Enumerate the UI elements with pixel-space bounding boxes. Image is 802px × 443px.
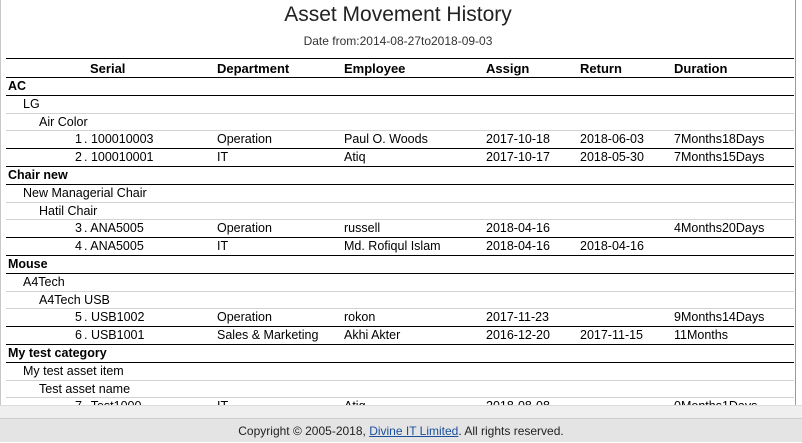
table-row: 2. 100010001 IT Atiq 2017-10-17 2018-05-30 7M… [6,149,794,167]
item-group-row-label: A4Tech [23,274,65,289]
assign-date-cell: 2017-11-23 [486,310,550,325]
department-cell: IT [217,150,229,165]
item-group-row: New Managerial Chair [6,185,794,203]
assign-date-cell: 2018-08-08 [486,398,550,405]
report-title: Asset Movement History [284,3,512,26]
row-number: 5 [75,310,82,325]
department-cell: Operation [217,221,272,236]
asset-name-row-label: Air Color [39,114,88,129]
serial-cell: . Test1000 [84,398,141,405]
serial-cell: . 100010001 [84,150,154,165]
column-header-duration: Duration [674,61,728,76]
row-number: 1 [75,132,82,147]
department-cell: Operation [217,132,272,147]
report-view: Asset Movement History Date from:2014-08… [0,0,796,405]
table-row: 3. ANA5005 Operation russell 2018-04-16 4Mon… [6,220,794,239]
item-group-row-label: LG [23,96,40,111]
row-number: 2 [75,150,82,165]
footer: Copyright © 2005-2018, Divine IT Limited… [0,418,802,442]
column-header-assign: Assign [486,61,530,76]
category-row: My test category [6,345,794,363]
serial-cell: . 100010003 [84,132,154,147]
vertical-scrollbar[interactable] [795,0,796,405]
table-header: Serial Department Employee Assign Return… [6,58,794,78]
assign-date-cell: 2018-04-16 [486,239,550,254]
duration-cell: 9Months14Days [674,310,765,325]
category-row-label: My test category [8,345,107,360]
report-date-range: Date from:2014-08-27to2018-09-03 [303,34,493,48]
column-header-department: Department [217,61,290,76]
duration-cell: 0Months1Days [674,398,757,405]
serial-cell: . USB1001 [84,328,145,343]
table-row: 4. ANA5005 IT Md. Rofiqul Islam 2018-04-16 2… [6,238,794,256]
return-date-cell: 2018-04-16 [580,239,644,254]
return-date-cell: 2018-05-30 [580,150,644,165]
asset-name-row: A4Tech USB [6,292,794,310]
footer-copyright-suffix: . All rights reserved. [458,424,564,438]
serial-cell: . ANA5005 [84,239,144,254]
return-date-cell: 2017-11-15 [580,328,644,343]
department-cell: Operation [217,310,272,325]
asset-name-row: Test asset name [6,381,794,399]
table-body: AC LG Air Color 1. 100010003 Operation Paul O… [6,78,794,405]
column-header-serial: Serial [90,61,126,76]
employee-cell: rokon [344,310,376,325]
table-row: 1. 100010003 Operation Paul O. Woods 2017-1… [6,131,794,150]
department-cell: IT [217,398,228,405]
category-row-label: Mouse [8,256,48,271]
row-number: 4 [75,239,82,254]
assign-date-cell: 2017-10-18 [486,132,550,147]
duration-cell: 7Months15Days [674,150,765,165]
asset-name-row-label: Test asset name [39,381,131,396]
assign-date-cell: 2018-04-16 [486,221,550,236]
item-group-row: LG [6,96,794,114]
item-group-row: My test asset item [6,363,794,381]
duration-cell: 11Months [674,328,728,343]
employee-cell: Akhi Akter [344,328,401,343]
category-row-label: Chair new [8,167,68,182]
assign-date-cell: 2017-10-17 [486,150,550,165]
column-header-return: Return [580,61,622,76]
asset-name-row: Hatil Chair [6,203,794,221]
duration-cell: 4Months20Days [674,221,765,236]
category-row: Chair new [6,167,794,185]
footer-copyright-prefix: Copyright © 2005-2018, [238,424,370,438]
employee-cell: Atiq [344,150,366,165]
category-row: Mouse [6,256,794,274]
row-number: 6 [75,328,82,343]
table-row: 6. USB1001 Sales & Marketing Akhi Akter 201… [6,327,794,345]
row-number: 3 [75,221,82,236]
employee-cell: russell [344,221,381,236]
employee-cell: Paul O. Woods [344,132,428,147]
item-group-row-label: My test asset item [23,363,124,378]
serial-cell: . USB1002 [84,310,145,325]
category-row-label: AC [8,79,27,93]
table-row: 5. USB1002 Operation rokon 2017-11-23 9Month… [6,309,794,328]
company-link[interactable]: Divine IT Limited [369,424,458,438]
row-number: 7 [56,398,82,405]
horizontal-scrollbar[interactable] [0,405,802,418]
return-date-cell: 2018-06-03 [580,132,644,147]
asset-name-row-label: A4Tech USB [39,292,110,307]
department-cell: Sales & Marketing [217,328,319,343]
table-row: 7. Test1000 IT Atiq 2018-08-08 0Months1Days [6,398,794,405]
item-group-row: A4Tech [6,274,794,292]
asset-name-row-label: Hatil Chair [39,203,98,218]
asset-name-row: Air Color [6,114,794,132]
category-row: AC [6,78,794,96]
item-group-row-label: New Managerial Chair [23,185,147,200]
duration-cell: 7Months18Days [674,132,765,147]
serial-cell: . ANA5005 [84,221,144,236]
employee-cell: Atiq [344,398,366,405]
department-cell: IT [217,239,229,254]
employee-cell: Md. Rofiqul Islam [344,239,441,254]
column-header-employee: Employee [344,61,406,76]
assign-date-cell: 2016-12-20 [486,328,550,343]
